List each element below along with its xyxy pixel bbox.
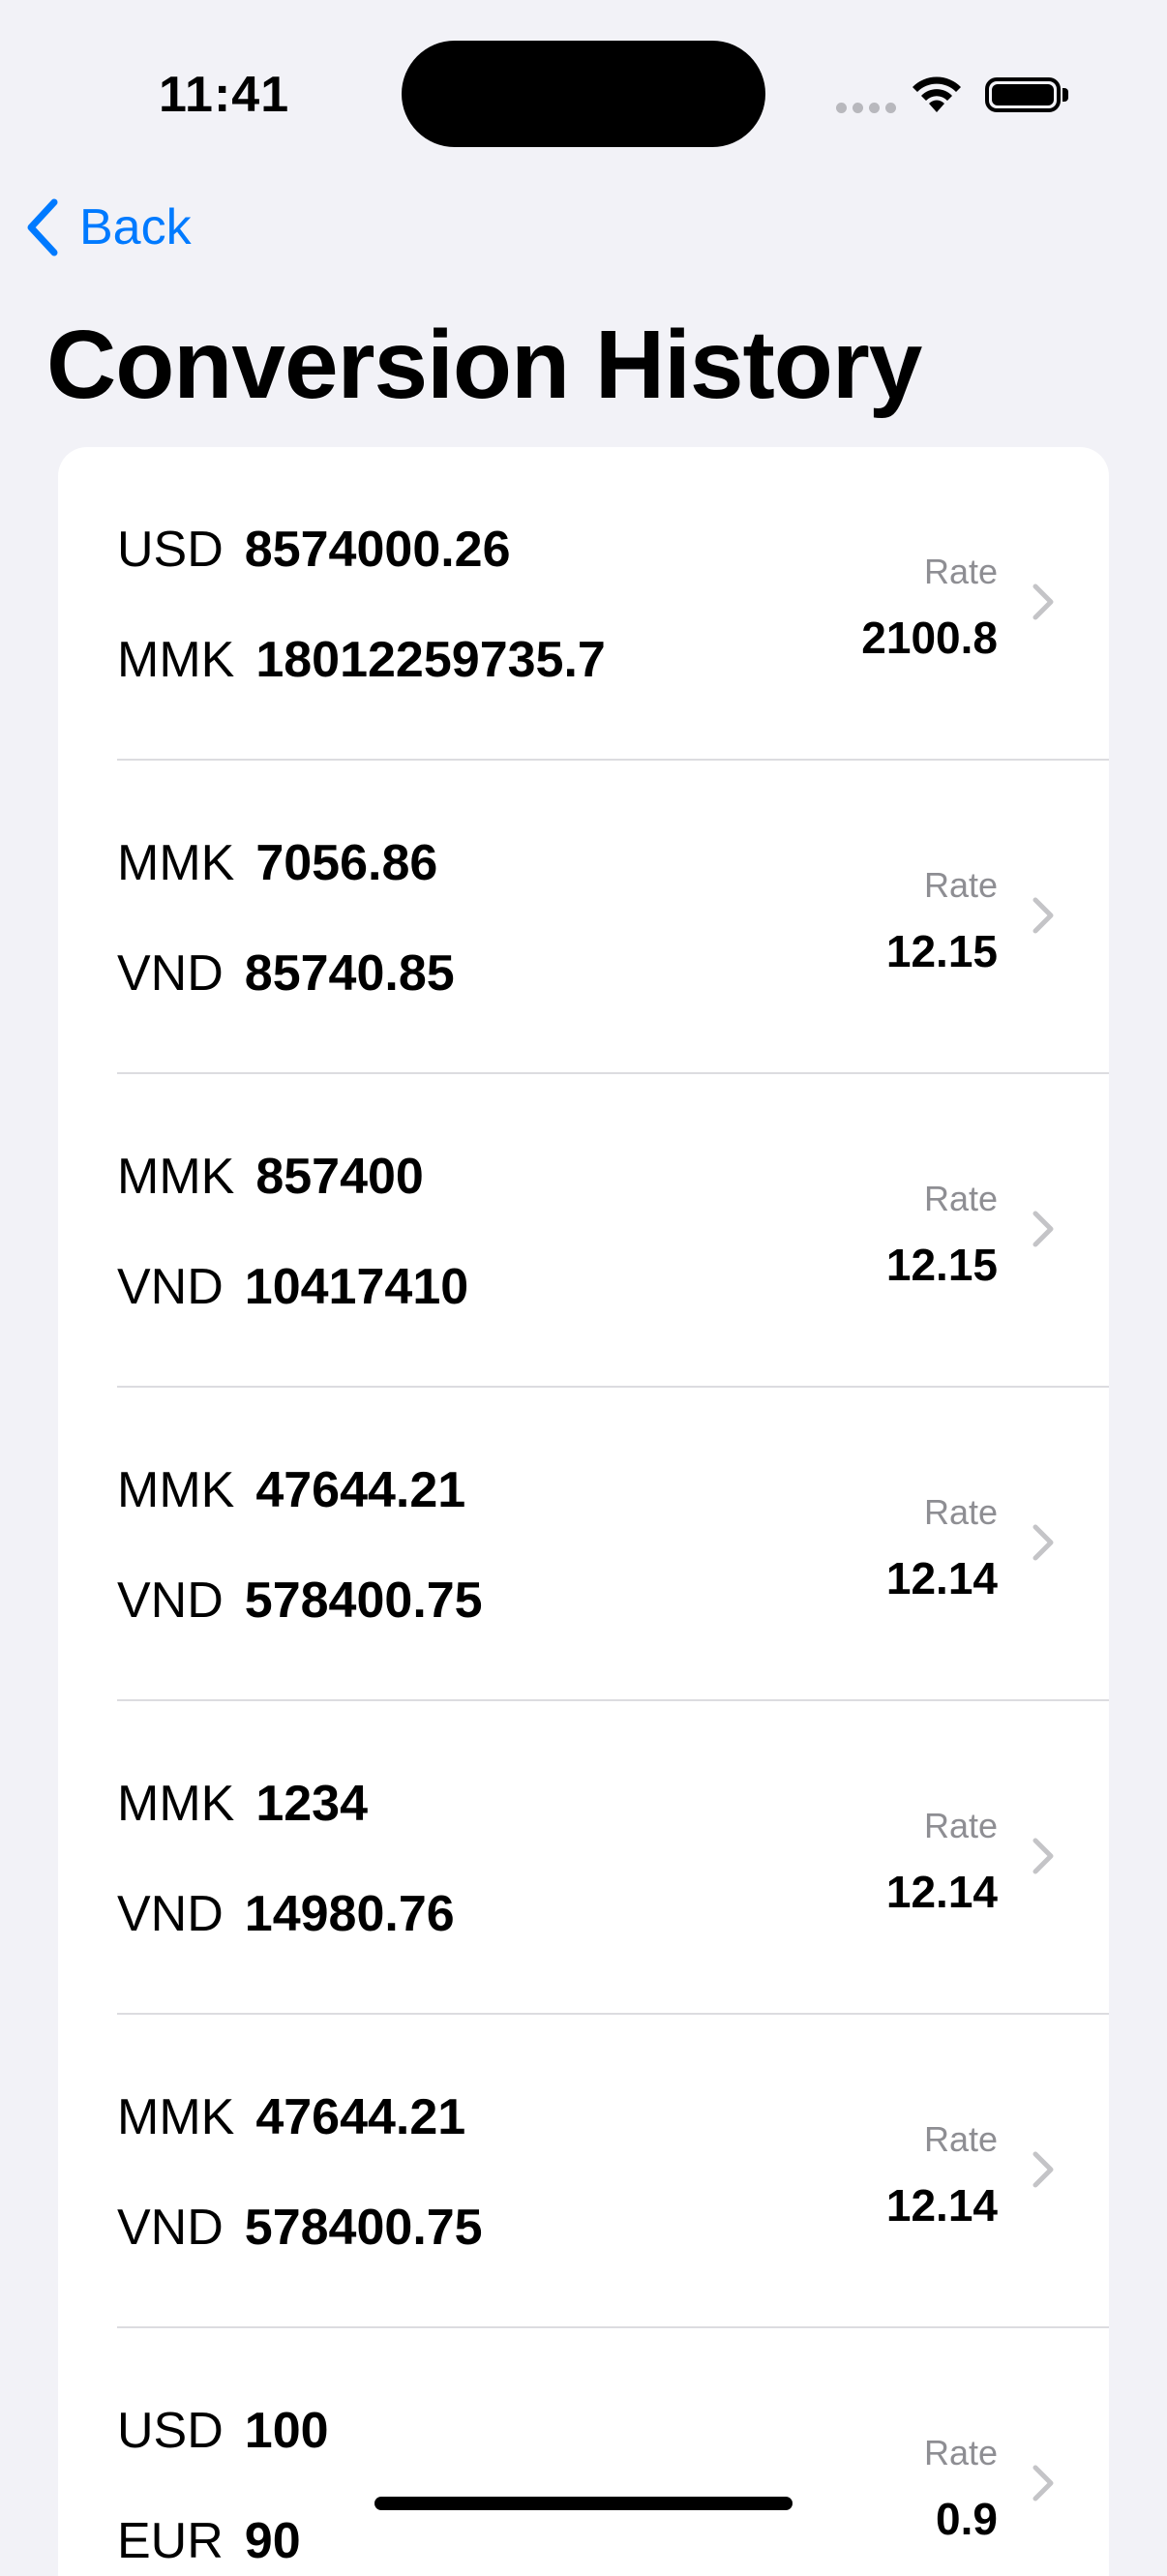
- conversion-row[interactable]: USD 8574000.26 MMK 18012259735.7 Rate 2100.8: [58, 447, 1109, 761]
- to-line: VND 578400.75: [117, 1572, 483, 1630]
- chevron-right-icon: [1032, 2465, 1054, 2501]
- dynamic-island: [402, 41, 765, 147]
- home-indicator[interactable]: [374, 2497, 793, 2510]
- cellular-signal-icon: [836, 103, 896, 113]
- from-line: MMK 1234: [117, 1775, 368, 1833]
- from-line: MMK 47644.21: [117, 2088, 465, 2146]
- from-currency: USD: [117, 522, 224, 578]
- chevron-right-icon: [1032, 2151, 1054, 2188]
- conversion-history-list: USD 8574000.26 MMK 18012259735.7 Rate 2100.8 M…: [58, 447, 1109, 2576]
- from-amount: 7056.86: [255, 835, 438, 891]
- to-line: MMK 18012259735.7: [117, 631, 606, 689]
- to-amount: 90: [244, 2513, 301, 2569]
- from-line: MMK 857400: [117, 1148, 424, 1206]
- battery-icon: [985, 77, 1061, 112]
- back-button[interactable]: Back: [25, 194, 192, 261]
- status-bar: 11:41: [0, 0, 1167, 184]
- from-amount: 8574000.26: [244, 522, 511, 578]
- rate-value: 12.15: [885, 926, 998, 976]
- rate-value: 2100.8: [861, 613, 998, 663]
- chevron-left-icon: [27, 198, 58, 256]
- conversion-row[interactable]: MMK 857400 VND 10417410 Rate 12.15: [58, 1074, 1109, 1388]
- chevron-right-icon: [1032, 1838, 1054, 1874]
- to-amount: 578400.75: [244, 1573, 483, 1629]
- rate-label: Rate: [923, 2433, 998, 2472]
- to-currency: MMK: [117, 632, 235, 688]
- to-currency: VND: [117, 945, 224, 1002]
- rate-label: Rate: [923, 865, 998, 905]
- to-currency: EUR: [117, 2513, 224, 2569]
- from-line: MMK 7056.86: [117, 834, 437, 892]
- rate-label: Rate: [923, 1492, 998, 1532]
- from-amount: 1234: [255, 1776, 369, 1832]
- from-amount: 100: [244, 2403, 329, 2459]
- from-amount: 47644.21: [255, 2089, 466, 2145]
- status-time: 11:41: [159, 67, 290, 123]
- battery-cap: [1062, 88, 1068, 102]
- to-amount: 18012259735.7: [255, 632, 606, 688]
- conversion-row[interactable]: MMK 47644.21 VND 578400.75 Rate 12.14: [58, 1388, 1109, 1701]
- rate-value: 12.15: [885, 1240, 998, 1290]
- to-line: VND 10417410: [117, 1258, 468, 1316]
- from-currency: MMK: [117, 1149, 235, 1205]
- rate-label: Rate: [923, 1179, 998, 1218]
- rate-value: 12.14: [885, 2180, 998, 2231]
- chevron-right-icon: [1032, 584, 1054, 620]
- to-line: VND 14980.76: [117, 1885, 455, 1943]
- page-title: Conversion History: [46, 311, 922, 419]
- rate-label: Rate: [923, 1806, 998, 1845]
- chevron-right-icon: [1032, 1211, 1054, 1247]
- to-currency: VND: [117, 2200, 224, 2256]
- to-amount: 578400.75: [244, 2200, 483, 2256]
- chevron-right-icon: [1032, 1524, 1054, 1561]
- from-line: USD 8574000.26: [117, 521, 511, 579]
- to-currency: VND: [117, 1573, 224, 1629]
- chevron-right-icon: [1032, 897, 1054, 934]
- from-amount: 857400: [255, 1149, 424, 1205]
- to-amount: 85740.85: [244, 945, 455, 1002]
- from-currency: MMK: [117, 835, 235, 891]
- wifi-icon: [913, 76, 961, 112]
- to-line: VND 578400.75: [117, 2199, 483, 2257]
- to-line: EUR 90: [117, 2512, 301, 2570]
- from-currency: MMK: [117, 2089, 235, 2145]
- to-amount: 10417410: [244, 1259, 469, 1315]
- to-line: VND 85740.85: [117, 944, 455, 1003]
- from-currency: USD: [117, 2403, 224, 2459]
- conversion-row[interactable]: USD 100 EUR 90 Rate 0.9: [58, 2328, 1109, 2576]
- rate-value: 12.14: [885, 1553, 998, 1603]
- rate-label: Rate: [923, 552, 998, 591]
- from-line: MMK 47644.21: [117, 1461, 465, 1519]
- from-line: USD 100: [117, 2402, 329, 2460]
- to-currency: VND: [117, 1259, 224, 1315]
- from-amount: 47644.21: [255, 1462, 466, 1518]
- conversion-row[interactable]: MMK 47644.21 VND 578400.75 Rate 12.14: [58, 2015, 1109, 2328]
- to-amount: 14980.76: [244, 1886, 455, 1942]
- conversion-row[interactable]: MMK 7056.86 VND 85740.85 Rate 12.15: [58, 761, 1109, 1074]
- back-button-label: Back: [79, 199, 192, 255]
- conversion-row[interactable]: MMK 1234 VND 14980.76 Rate 12.14: [58, 1701, 1109, 2015]
- to-currency: VND: [117, 1886, 224, 1942]
- rate-value: 12.14: [885, 1867, 998, 1917]
- from-currency: MMK: [117, 1776, 235, 1832]
- from-currency: MMK: [117, 1462, 235, 1518]
- rate-label: Rate: [923, 2119, 998, 2159]
